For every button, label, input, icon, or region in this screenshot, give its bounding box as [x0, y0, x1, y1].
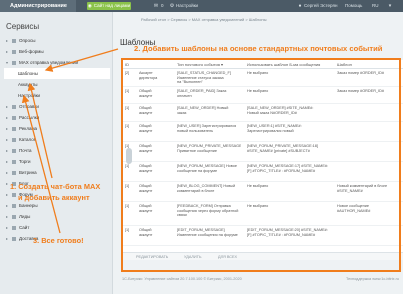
- annotation-step-1-line1: 1. Создать чат-бота MAX: [10, 182, 101, 191]
- annotation-step-1-line2: и добавить аккаунт: [18, 193, 90, 202]
- annotation-step-2: 2. Добавить шаблоны на основе стандартны…: [134, 44, 383, 53]
- arrow-to-templates: [44, 48, 119, 72]
- annotation-step-3: 3. Все готово!: [33, 236, 84, 245]
- arrow-to-settings: [21, 94, 61, 234]
